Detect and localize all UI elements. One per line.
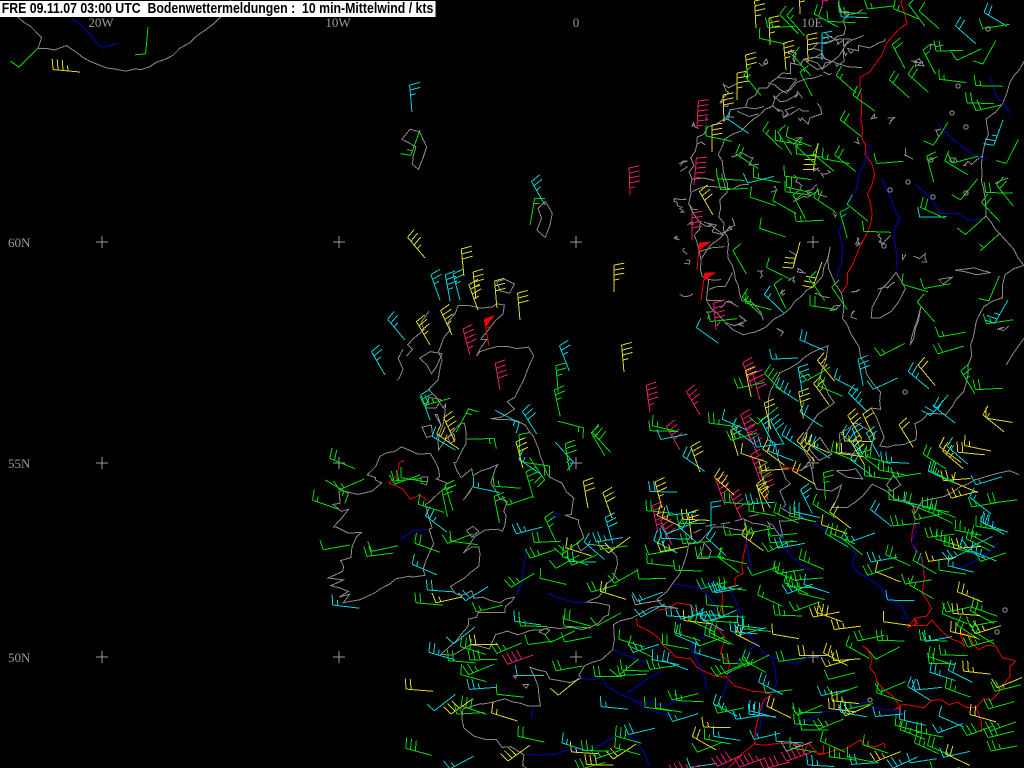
svg-text:60N: 60N [8, 235, 31, 250]
svg-text:0: 0 [573, 15, 580, 30]
svg-text:55N: 55N [8, 456, 31, 471]
svg-text:10W: 10W [325, 15, 351, 30]
svg-text:20W: 20W [88, 15, 114, 30]
svg-text:50N: 50N [8, 650, 31, 665]
svg-text:10E: 10E [802, 15, 823, 30]
